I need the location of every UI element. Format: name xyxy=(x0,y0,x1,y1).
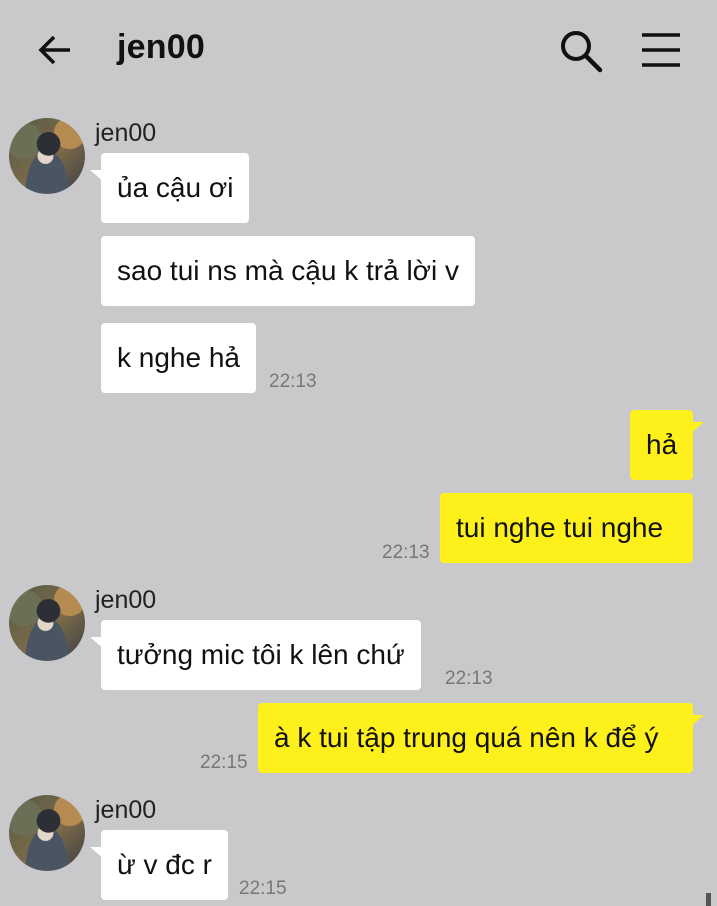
sender-name: jen00 xyxy=(95,586,157,614)
message-timestamp: 22:13 xyxy=(382,542,430,563)
message-timestamp: 22:13 xyxy=(269,371,317,392)
message-bubble-outgoing[interactable]: hả xyxy=(630,410,693,480)
scrollbar[interactable] xyxy=(706,893,711,906)
back-arrow-icon[interactable] xyxy=(36,30,76,70)
message-timestamp: 22:15 xyxy=(200,752,248,773)
message-bubble-incoming[interactable]: ủa cậu ơi xyxy=(101,153,250,223)
message-bubble-outgoing[interactable]: à k tui tập trung quá nên k để ý xyxy=(258,703,693,773)
message-timestamp: 22:15 xyxy=(239,878,287,899)
message-bubble-incoming[interactable]: sao tui ns mà cậu k trả lời v xyxy=(101,236,476,306)
message-bubble-incoming[interactable]: tưởng mic tôi k lên chứ xyxy=(101,620,421,690)
chat-title: jen00 xyxy=(117,28,205,66)
sender-name: jen00 xyxy=(95,796,157,824)
message-bubble-incoming[interactable]: k nghe hả xyxy=(101,323,256,393)
avatar[interactable] xyxy=(9,585,85,661)
avatar[interactable] xyxy=(9,118,85,194)
sender-name: jen00 xyxy=(95,119,157,147)
message-bubble-incoming[interactable]: ừ v đc r xyxy=(101,830,228,900)
message-bubble-outgoing[interactable]: tui nghe tui nghe xyxy=(440,493,693,563)
avatar[interactable] xyxy=(9,795,85,871)
chat-header: jen00 xyxy=(0,0,717,100)
hamburger-menu-icon[interactable] xyxy=(640,30,682,70)
message-timestamp: 22:13 xyxy=(445,668,493,689)
search-icon[interactable] xyxy=(558,28,604,74)
